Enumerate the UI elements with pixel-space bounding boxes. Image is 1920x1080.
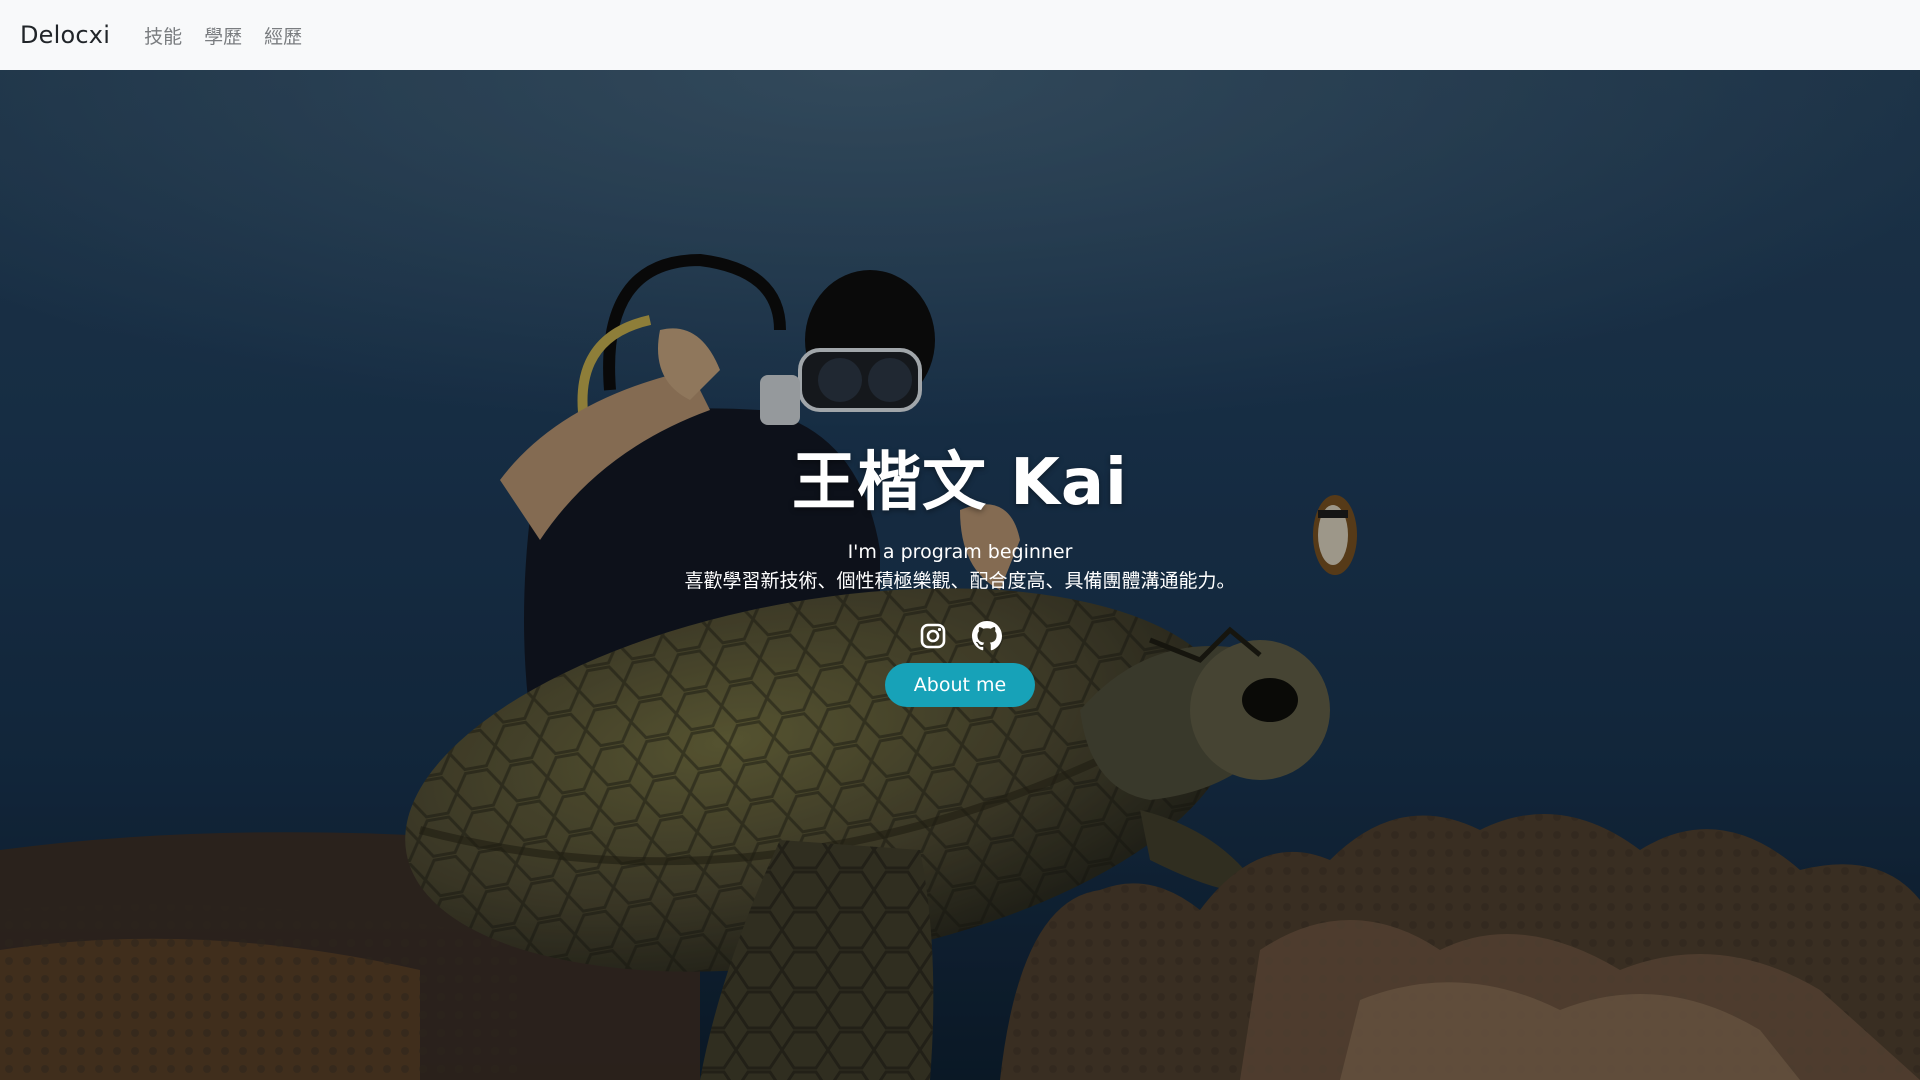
hero-subtitle: I'm a program beginner [847, 541, 1073, 564]
hero-content: 王楷文 Kai I'm a program beginner 喜歡學習新技術、個… [0, 70, 1920, 1080]
hero-title: 王楷文 Kai [792, 446, 1128, 520]
github-icon[interactable] [972, 621, 1002, 651]
brand-link[interactable]: Delocxi [20, 21, 110, 49]
social-links [918, 621, 1002, 651]
about-me-button[interactable]: About me [885, 663, 1035, 708]
instagram-icon[interactable] [918, 621, 948, 651]
nav-link-experience[interactable]: 經歷 [260, 16, 306, 55]
hero-description: 喜歡學習新技術、個性積極樂觀、配合度高、具備團體溝通能力。 [684, 569, 1236, 592]
nav-links: 技能 學歷 經歷 [140, 16, 306, 55]
nav-link-education[interactable]: 學歷 [200, 16, 246, 55]
navbar: Delocxi 技能 學歷 經歷 [0, 0, 1920, 70]
hero-section: 王楷文 Kai I'm a program beginner 喜歡學習新技術、個… [0, 70, 1920, 1080]
nav-link-skills[interactable]: 技能 [140, 16, 186, 55]
